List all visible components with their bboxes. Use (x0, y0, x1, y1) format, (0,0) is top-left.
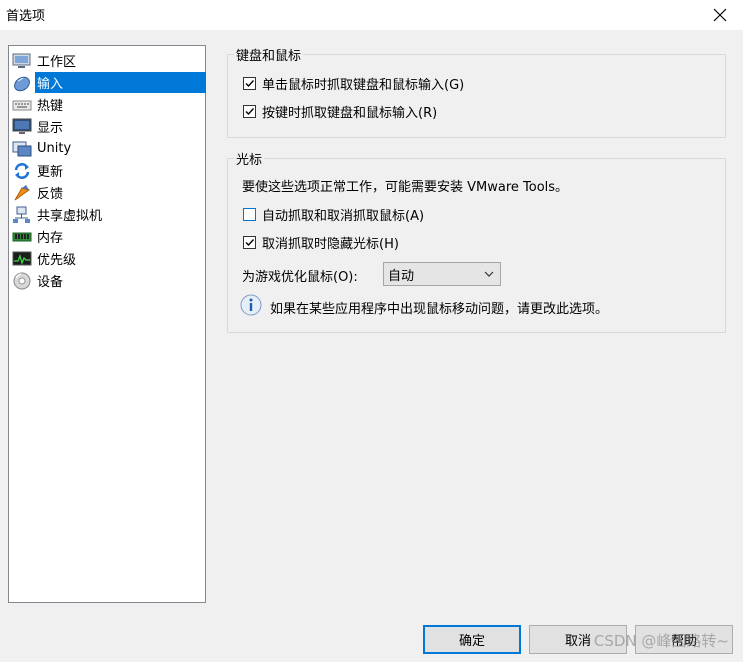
close-icon (713, 8, 727, 22)
update-icon (12, 162, 32, 180)
optimize-mouse-label: 为游戏优化鼠标(O): (242, 270, 358, 285)
sidebar-item-updates[interactable]: 更新 (12, 160, 206, 181)
hide-cursor-option[interactable]: 取消抓取时隐藏光标(H) (243, 233, 399, 252)
sidebar-item-label: Unity (37, 141, 72, 156)
sidebar-item-hotkeys[interactable]: 热键 (12, 94, 206, 115)
info-text: 如果在某些应用程序中出现鼠标移动问题，请更改此选项。 (270, 302, 609, 317)
watermark: CSDN @峰回路转~ (593, 632, 729, 650)
memory-icon (12, 228, 32, 246)
sidebar-item-label: 内存 (37, 231, 64, 246)
sidebar-item-label: 反馈 (37, 187, 64, 202)
info-icon (240, 294, 262, 316)
title-bar: 首选项 (0, 0, 743, 30)
auto-grab-label: 自动抓取和取消抓取鼠标(A) (262, 209, 425, 224)
sidebar-item-shared-vms[interactable]: 共享虚拟机 (12, 204, 206, 225)
grab-on-keypress-label: 按键时抓取键盘和鼠标输入(R) (262, 106, 438, 121)
optimize-mouse-value: 自动 (388, 268, 415, 284)
auto-grab-checkbox[interactable] (243, 208, 256, 221)
ok-button-label: 确定 (458, 634, 485, 649)
shared-vm-icon (12, 206, 32, 224)
vmware-tools-note: 要使这些选项正常工作，可能需要安装 VMware Tools。 (242, 180, 569, 195)
checkmark-icon (245, 80, 255, 88)
keyboard-icon (12, 96, 32, 114)
cancel-button-label: 取消 (564, 634, 591, 649)
grab-on-keypress-checkbox[interactable] (243, 105, 256, 118)
keyboard-mouse-group-title: 键盘和鼠标 (234, 45, 304, 64)
sidebar-item-devices[interactable]: 设备 (12, 270, 206, 291)
checkmark-icon (245, 108, 255, 116)
grab-on-click-checkbox[interactable] (243, 77, 256, 90)
sidebar-item-label: 显示 (37, 121, 64, 136)
sidebar-item-label: 热键 (37, 99, 64, 114)
sidebar-item-input[interactable]: 输入 (12, 72, 206, 93)
sidebar-item-workspace[interactable]: 工作区 (12, 50, 206, 71)
auto-grab-option[interactable]: 自动抓取和取消抓取鼠标(A) (243, 205, 424, 224)
checkmark-icon (245, 239, 255, 247)
cursor-group-title: 光标 (234, 149, 265, 168)
sidebar-item-memory[interactable]: 内存 (12, 226, 206, 247)
monitor-icon (12, 118, 32, 136)
hide-cursor-checkbox[interactable] (243, 236, 256, 249)
grab-on-click-label: 单击鼠标时抓取键盘和鼠标输入(G) (262, 78, 465, 93)
grab-on-keypress-option[interactable]: 按键时抓取键盘和鼠标输入(R) (243, 102, 437, 121)
device-icon (12, 272, 32, 290)
close-button[interactable] (697, 0, 743, 30)
preferences-category-list[interactable]: 工作区 输入 热键 显示 Unity 更新 反馈 共享虚拟机 内存 优先级 设备 (8, 45, 206, 603)
unity-icon (12, 140, 32, 158)
keyboard-mouse-group (227, 54, 726, 138)
sidebar-item-label: 输入 (35, 72, 206, 93)
optimize-mouse-select[interactable]: 自动 (383, 262, 501, 286)
sidebar-item-label: 共享虚拟机 (37, 209, 103, 224)
workspace-icon (12, 52, 32, 70)
grab-on-click-option[interactable]: 单击鼠标时抓取键盘和鼠标输入(G) (243, 74, 464, 93)
sidebar-item-priority[interactable]: 优先级 (12, 248, 206, 269)
sidebar-item-label: 更新 (37, 165, 64, 180)
chevron-down-icon (484, 271, 494, 277)
ok-button[interactable]: 确定 (423, 625, 521, 654)
sidebar-item-label: 设备 (37, 275, 64, 290)
sidebar-item-label: 工作区 (37, 55, 77, 70)
mouse-icon (12, 74, 32, 92)
sidebar-item-feedback[interactable]: 反馈 (12, 182, 206, 203)
sidebar-item-unity[interactable]: Unity (12, 138, 206, 159)
feedback-icon (12, 184, 32, 202)
sidebar-item-display[interactable]: 显示 (12, 116, 206, 137)
hide-cursor-label: 取消抓取时隐藏光标(H) (262, 237, 399, 252)
sidebar-item-label: 优先级 (37, 253, 77, 268)
priority-icon (12, 250, 32, 268)
window-title: 首选项 (6, 9, 46, 24)
